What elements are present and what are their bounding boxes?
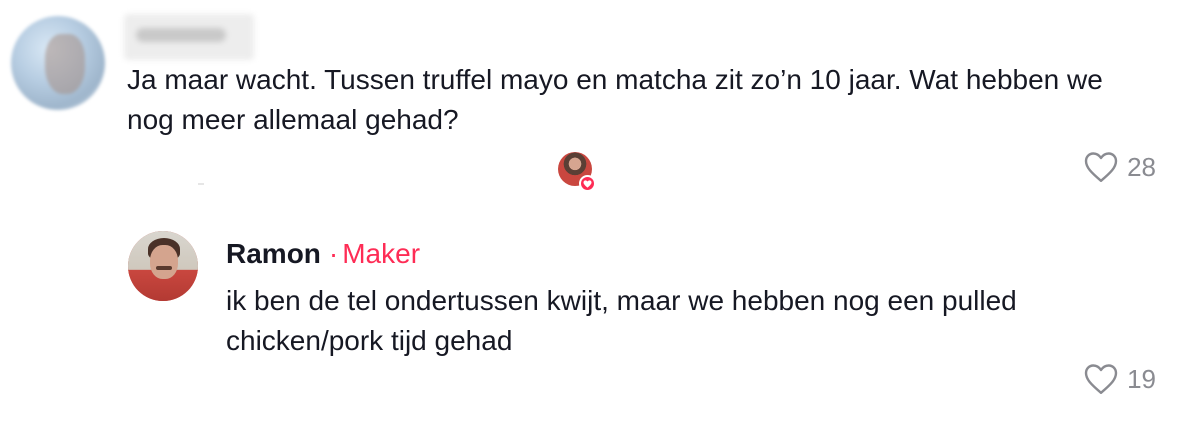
comment-like-count: 28 bbox=[1127, 151, 1156, 182]
heart-filled-icon bbox=[579, 175, 596, 192]
reply-like-count: 19 bbox=[1127, 363, 1156, 394]
comment-like-button[interactable]: 28 bbox=[1083, 150, 1156, 184]
reply-like-button[interactable]: 19 bbox=[1083, 362, 1156, 396]
commenter-avatar[interactable] bbox=[11, 16, 105, 110]
creator-badge: Maker bbox=[342, 238, 421, 269]
divider bbox=[198, 183, 204, 185]
reply-author-name[interactable]: Ramon bbox=[226, 238, 321, 269]
reply-text: ik ben de tel ondertussen kwijt, maar we… bbox=[226, 285, 1025, 356]
heart-outline-icon bbox=[1084, 152, 1118, 182]
comment-text: Ja maar wacht. Tussen truffel mayo en ma… bbox=[127, 64, 1111, 135]
commenter-username-blurred[interactable] bbox=[124, 14, 254, 60]
heart-outline-icon bbox=[1084, 364, 1118, 394]
reply-header: Ramon · Maker bbox=[226, 236, 420, 272]
reply-author-avatar[interactable] bbox=[128, 231, 198, 301]
reply-separator: · bbox=[328, 238, 339, 269]
